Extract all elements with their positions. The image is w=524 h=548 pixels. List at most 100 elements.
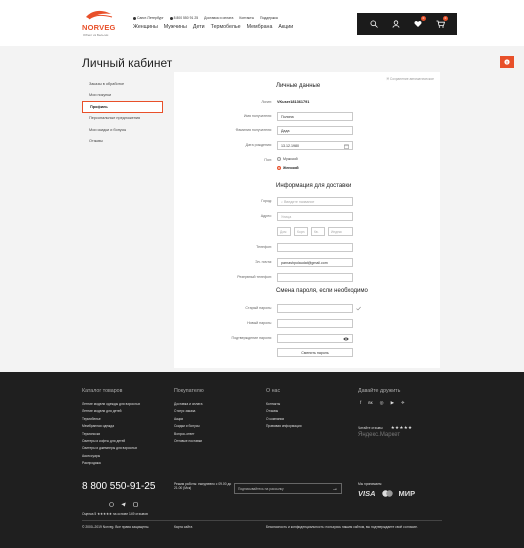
gender-female-radio[interactable]: Женский [277, 166, 299, 170]
viber-icon[interactable] [133, 494, 138, 507]
sidebar-item-purchases[interactable]: Мои покупки [82, 90, 164, 102]
header-actions: 0 0 [357, 13, 457, 35]
instagram-icon[interactable]: ◎ [380, 400, 384, 406]
row-email: Эл. почта: parnashpolaudat@gmail.com [174, 258, 440, 267]
surname-label: Фамилия получателя: [235, 128, 272, 132]
link-support[interactable]: Поддержка [260, 16, 278, 20]
subscribe-input[interactable]: Подписывайтесь на рассылку → [234, 483, 342, 494]
footer-link[interactable]: Статус заказа [174, 408, 202, 415]
visa-logo: VISA [358, 489, 376, 498]
house-input[interactable]: Дом [277, 227, 291, 236]
footer-link[interactable]: Акции [174, 416, 202, 423]
zip-input[interactable]: Индекс [328, 227, 353, 236]
street-input[interactable]: Улица [277, 212, 353, 221]
row-surname: Фамилия получателя: Дада [174, 126, 440, 135]
phone-input[interactable] [277, 243, 353, 252]
address-label: Адрес: [260, 214, 272, 218]
nav-kids[interactable]: Дети [193, 24, 205, 30]
change-password-button[interactable]: Сменить пароль [277, 348, 353, 357]
mastercard-icon [381, 490, 393, 497]
footer-link[interactable]: Аксессуары [82, 453, 140, 460]
link-delivery[interactable]: Доставка и оплата [204, 16, 233, 20]
sidebar-item-orders-processing[interactable]: Заказы в обработке [82, 78, 164, 90]
footer-link[interactable]: Свитеры и кофты для детей [82, 438, 140, 445]
sidebar-item-reviews[interactable]: Отзывы [82, 136, 164, 148]
footer-phone[interactable]: 8 800 550-91-25 [82, 481, 155, 492]
telegram-icon[interactable]: ✈ [401, 400, 405, 406]
footer-link[interactable]: Контакты [266, 401, 302, 408]
nav-women[interactable]: Женщины [133, 24, 158, 30]
row-phone: Телефон: [174, 243, 440, 252]
arrow-right-icon[interactable]: → [332, 484, 338, 494]
name-input[interactable]: Полина [277, 112, 353, 121]
city-input[interactable]: ⌕ Введите название [277, 197, 353, 206]
payment-title: Мы принимаем [358, 482, 382, 486]
youtube-icon[interactable]: ▶ [391, 400, 394, 406]
row-city: Город: ⌕ Введите название [174, 197, 440, 206]
city-selector[interactable]: Санкт-Петербург [133, 16, 164, 20]
section-title-password: Смена пароля, если необходимо [276, 288, 368, 294]
confirm-password-input[interactable] [277, 334, 353, 343]
footer-link[interactable]: Летние модели одежды для взрослых [82, 401, 140, 408]
footer-link[interactable]: Термоноски [82, 431, 140, 438]
mir-logo: МИР [398, 489, 416, 498]
logo-text: NORVEG [82, 23, 116, 32]
footer-link[interactable]: Отзывы [266, 408, 302, 415]
search-icon[interactable] [369, 19, 379, 29]
wishlist-icon[interactable]: 0 [413, 16, 426, 29]
sitemap-link[interactable]: Карта сайта [174, 525, 192, 529]
footer-link[interactable]: Доставка и оплата [174, 401, 202, 408]
facebook-icon[interactable]: f [360, 400, 361, 406]
eye-icon[interactable] [343, 337, 349, 341]
email-input[interactable]: parnashpolaudat@gmail.com [277, 258, 353, 267]
nav-sale[interactable]: Акции [278, 24, 293, 30]
cart-icon[interactable]: 0 [435, 16, 448, 29]
sidebar-item-offers[interactable]: Персональные предложения [82, 113, 164, 125]
vk-icon[interactable]: вк [368, 400, 372, 406]
site-header: NORVEG Об/ект из Бельгии Санкт-Петербург… [0, 0, 524, 46]
birthday-label: Дата рождения: [245, 143, 272, 147]
row-name: Имя получателя: Полина [174, 112, 440, 121]
nav-men[interactable]: Мужчины [164, 24, 187, 30]
floating-feedback-button[interactable]: 0 [500, 56, 514, 68]
gender-male-radio[interactable]: Мужской [277, 157, 298, 161]
old-password-input[interactable] [277, 304, 353, 313]
sidebar-item-discounts[interactable]: Мои скидки и бонусы [82, 124, 164, 136]
copyright: © 2000–2019 Norveg. Все права защищены. [82, 525, 150, 529]
telegram-icon[interactable] [121, 494, 126, 507]
birthday-input[interactable]: 13.12.1980 [277, 141, 353, 150]
reviews-rating[interactable]: Читайте отзывы ★★★★★ [358, 425, 412, 431]
building-input[interactable]: Корп. [294, 227, 308, 236]
whatsapp-icon[interactable] [109, 494, 114, 507]
rating-summary: Оценка 5 ★★★★★ на основе 149 отзывов [82, 512, 148, 516]
footer-divider [82, 520, 442, 521]
nav-membrane[interactable]: Мембрана [247, 24, 273, 30]
footer-link[interactable]: Скидки и бонусы [174, 423, 202, 430]
new-password-input[interactable] [277, 319, 353, 328]
calendar-icon[interactable] [344, 144, 349, 149]
flat-input[interactable]: Кв. [311, 227, 325, 236]
yandex-market-logo[interactable]: Яндекс.Маркет [358, 432, 400, 438]
footer-link[interactable]: Мембранная одежда [82, 423, 140, 430]
privacy-link[interactable]: Безопасность и конфиденциальность: польз… [266, 525, 418, 529]
footer-link[interactable]: Правовая информация [266, 423, 302, 430]
sidebar-item-profile[interactable]: Профиль [82, 101, 163, 113]
reserve-phone-input[interactable] [277, 273, 353, 282]
footer-link[interactable]: Летние модели для детей [82, 408, 140, 415]
link-contacts[interactable]: Контакты [239, 16, 254, 20]
name-label: Имя получателя: [243, 114, 272, 118]
user-icon[interactable] [391, 19, 401, 29]
header-phone[interactable]: 8 800 550 91 25 [169, 16, 198, 20]
footer-customer-title: Покупателю [174, 388, 204, 394]
logo[interactable]: NORVEG Об/ект из Бельгии [82, 8, 116, 40]
footer-link[interactable]: Распродажа [82, 460, 140, 467]
surname-input[interactable]: Дада [277, 126, 353, 135]
footer-link[interactable]: Оптовые поставки [174, 438, 202, 445]
footer-catalog-title: Каталог товаров [82, 388, 123, 394]
footer-link[interactable]: Термобелье [82, 416, 140, 423]
footer-link[interactable]: О компании [266, 416, 302, 423]
radio-unchecked-icon [277, 157, 281, 161]
nav-thermal[interactable]: Термобелье [211, 24, 241, 30]
footer-link[interactable]: Свитеры и джемперы для взрослых [82, 445, 140, 452]
footer-link[interactable]: Вопрос-ответ [174, 431, 202, 438]
